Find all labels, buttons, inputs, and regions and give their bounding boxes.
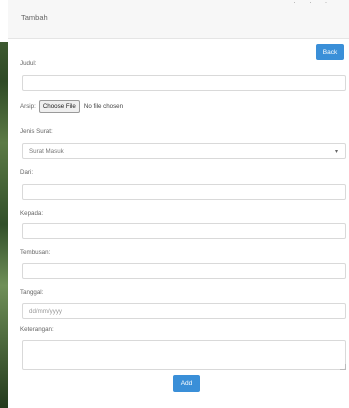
tembusan-label: Tembusan: (20, 249, 51, 256)
judul-input[interactable] (22, 75, 346, 91)
resize-handle-icon[interactable] (340, 364, 346, 370)
dari-input[interactable] (22, 184, 346, 200)
tanggal-input[interactable]: dd/mm/yyyy (22, 303, 346, 319)
choose-file-button[interactable]: Choose File (38, 100, 80, 113)
arsip-row: Arsip: Choose File No file chosen (20, 100, 123, 113)
jenis-surat-select[interactable]: Surat Masuk ▾ (22, 143, 346, 159)
dots-icon: · · · (293, 0, 333, 6)
kepada-label: Kepada: (20, 210, 44, 217)
chevron-down-icon: ▾ (334, 148, 338, 155)
tembusan-input[interactable] (22, 263, 346, 279)
arsip-label: Arsip: (20, 103, 36, 110)
kepada-input[interactable] (22, 223, 346, 239)
jenis-surat-label: Jenis Surat: (20, 128, 53, 135)
add-button[interactable]: Add (173, 375, 200, 392)
modal-title: Tambah (21, 13, 48, 22)
judul-label: Judul: (20, 60, 37, 67)
file-status: No file chosen (83, 103, 124, 110)
tanggal-placeholder: dd/mm/yyyy (29, 307, 63, 315)
modal-card: Tambah · · · Back Judul: Arsip: Choose F… (8, 0, 349, 408)
jenis-surat-value: Surat Masuk (29, 147, 64, 155)
back-button[interactable]: Back (316, 44, 344, 60)
keterangan-textarea[interactable] (22, 340, 346, 370)
keterangan-label: Keterangan: (20, 326, 54, 333)
modal-header: Tambah · · · (8, 0, 349, 39)
background-image (0, 0, 8, 408)
tanggal-label: Tanggal: (20, 289, 44, 296)
dari-label: Dari: (20, 169, 34, 176)
